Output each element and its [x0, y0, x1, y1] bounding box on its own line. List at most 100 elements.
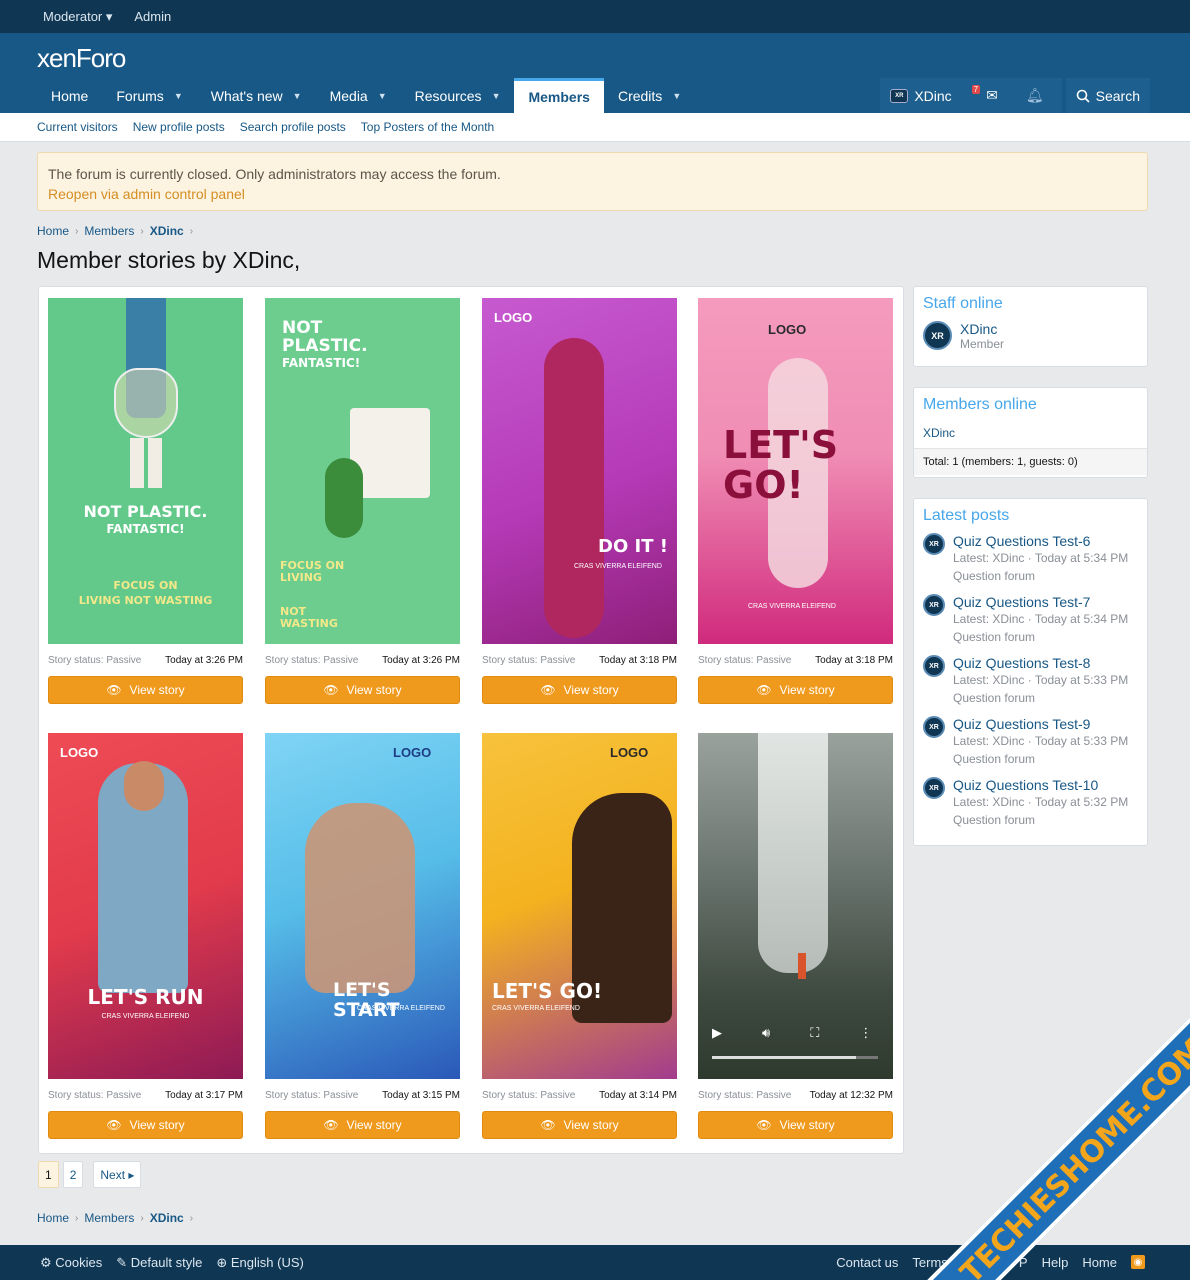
cookies-link[interactable]: ⚙ Cookies: [40, 1255, 102, 1271]
view-story-button[interactable]: 👁︎ View story: [48, 1111, 243, 1139]
page-2[interactable]: 2: [62, 1161, 84, 1188]
post-forum[interactable]: Question forum: [953, 567, 1128, 585]
view-story-button[interactable]: 👁︎ View story: [698, 676, 893, 704]
view-story-button[interactable]: 👁︎ View story: [698, 1111, 893, 1139]
story-thumbnail[interactable]: LOGO DO IT ! CRAS VIVERRA ELEIFEND: [482, 298, 677, 644]
help-link[interactable]: Help: [1042, 1255, 1069, 1270]
site-logo[interactable]: xenForo: [37, 43, 126, 74]
breadcrumb-user[interactable]: XDinc: [150, 224, 184, 238]
avatar[interactable]: XR: [923, 594, 945, 616]
moderator-menu[interactable]: Moderator ▾: [43, 9, 112, 25]
chevron-down-icon[interactable]: ▼: [293, 91, 302, 101]
chevron-right-icon: ›: [189, 1212, 194, 1224]
online-total: Total: 1 (members: 1, guests: 0): [914, 448, 1147, 475]
next-page-button[interactable]: Next ▸: [93, 1161, 142, 1188]
search-button[interactable]: Search: [1065, 78, 1150, 113]
nav-media[interactable]: Media ▼: [316, 78, 401, 113]
story-card: LOGO LET'S RUN CRAS VIVERRA ELEIFEND Sto…: [48, 733, 243, 1139]
alerts-button[interactable]: 🔔︎: [1007, 78, 1062, 113]
post-title[interactable]: Quiz Questions Test-10: [953, 777, 1128, 793]
video-progress-track[interactable]: [712, 1056, 878, 1059]
nav-home[interactable]: Home: [37, 78, 102, 113]
post-forum[interactable]: Question forum: [953, 689, 1128, 707]
post-forum[interactable]: Question forum: [953, 750, 1128, 768]
view-story-button[interactable]: 👁︎ View story: [265, 1111, 460, 1139]
avatar[interactable]: XR: [923, 321, 952, 350]
nav-resources[interactable]: Resources ▼: [401, 78, 515, 113]
post-forum[interactable]: Question forum: [953, 628, 1128, 646]
home-link[interactable]: Home: [1082, 1255, 1117, 1270]
story-meta: Story status: Passive Today at 3:18 PM: [482, 655, 677, 666]
story-title: LET'S GO!: [723, 423, 839, 507]
chevron-down-icon[interactable]: ▼: [174, 91, 183, 101]
story-thumbnail[interactable]: LOGO LET'S GO! CRAS VIVERRA ELEIFEND: [482, 733, 677, 1079]
person-shape: [798, 953, 806, 979]
athlete-shape: [305, 803, 415, 993]
eye-icon: 👁︎: [323, 683, 339, 697]
chevron-down-icon[interactable]: ▼: [378, 91, 387, 101]
avatar[interactable]: XR: [923, 533, 945, 555]
subnav-current-visitors[interactable]: Current visitors: [37, 120, 118, 134]
story-status: Story status: Passive: [698, 1090, 792, 1101]
story-card: NOT PLASTIC. FANTASTIC! FOCUS ON LIVING …: [265, 298, 460, 704]
account-button[interactable]: XR XDinc: [880, 78, 962, 113]
post-forum[interactable]: Question forum: [953, 811, 1128, 829]
view-story-button[interactable]: 👁︎ View story: [482, 676, 677, 704]
story-card: LOGO LET'S GO! CRAS VIVERRA ELEIFEND Sto…: [698, 298, 893, 704]
volume-icon[interactable]: 🔊︎: [762, 1025, 770, 1041]
avatar[interactable]: XR: [923, 716, 945, 738]
chevron-down-icon[interactable]: ▼: [672, 91, 681, 101]
staff-member[interactable]: XR XDinc Member: [914, 321, 1147, 351]
view-story-button[interactable]: 👁︎ View story: [48, 676, 243, 704]
post-title[interactable]: Quiz Questions Test-6: [953, 533, 1128, 549]
nav-members[interactable]: Members: [514, 78, 604, 113]
subnav-top-posters[interactable]: Top Posters of the Month: [361, 120, 494, 134]
more-icon[interactable]: ⋮: [859, 1025, 872, 1041]
story-meta: Story status: Passive Today at 3:18 PM: [698, 655, 893, 666]
language-chooser[interactable]: ⊕ English (US): [216, 1255, 304, 1271]
style-chooser[interactable]: ✎ Default style: [116, 1255, 202, 1271]
story-thumbnail[interactable]: NOT PLASTIC. FANTASTIC! FOCUS ON LIVING …: [48, 298, 243, 644]
rss-icon[interactable]: ◉: [1131, 1255, 1145, 1269]
view-story-button[interactable]: 👁︎ View story: [482, 1111, 677, 1139]
post-meta: Latest: XDinc · Today at 5:34 PM: [953, 612, 1129, 626]
online-member[interactable]: XDinc: [914, 422, 1147, 448]
fullscreen-icon[interactable]: ⛶: [810, 1025, 819, 1041]
play-icon[interactable]: ▶: [712, 1025, 722, 1041]
nav-whats-new[interactable]: What's new ▼: [197, 78, 316, 113]
story-video[interactable]: ▶ 🔊︎ ⛶ ⋮: [698, 733, 893, 1079]
chevron-right-icon: ›: [75, 1212, 79, 1224]
nav-credits[interactable]: Credits ▼: [604, 78, 695, 113]
subnav-search-profile-posts[interactable]: Search profile posts: [240, 120, 346, 134]
story-thumbnail[interactable]: LOGO LET'S RUN CRAS VIVERRA ELEIFEND: [48, 733, 243, 1079]
story-thumbnail[interactable]: LOGO LET'S START CRAS VIVERRA ELEIFEND: [265, 733, 460, 1079]
post-title[interactable]: Quiz Questions Test-7: [953, 594, 1128, 610]
breadcrumb-members[interactable]: Members: [84, 224, 134, 238]
breadcrumb-home[interactable]: Home: [37, 224, 69, 238]
breadcrumb-user[interactable]: XDinc: [150, 1211, 184, 1225]
page-1[interactable]: 1: [38, 1161, 59, 1188]
reopen-link[interactable]: Reopen via admin control panel: [48, 184, 1137, 204]
breadcrumb-home[interactable]: Home: [37, 1211, 69, 1225]
chevron-right-icon: ›: [75, 225, 79, 237]
story-time: Today at 12:32 PM: [809, 1090, 893, 1101]
inbox-button[interactable]: 7 ✉: [961, 78, 1008, 113]
subnav-new-profile-posts[interactable]: New profile posts: [133, 120, 225, 134]
avatar[interactable]: XR: [923, 655, 945, 677]
top-bar: Moderator ▾ Admin: [0, 0, 1190, 33]
chevron-down-icon[interactable]: ▼: [492, 91, 501, 101]
post-title[interactable]: Quiz Questions Test-8: [953, 655, 1128, 671]
avatar[interactable]: XR: [923, 777, 945, 799]
admin-link[interactable]: Admin: [134, 9, 171, 24]
story-thumbnail[interactable]: NOT PLASTIC. FANTASTIC! FOCUS ON LIVING …: [265, 298, 460, 644]
contact-link[interactable]: Contact us: [836, 1255, 898, 1270]
post-title[interactable]: Quiz Questions Test-9: [953, 716, 1128, 732]
breadcrumb-members[interactable]: Members: [84, 1211, 134, 1225]
story-thumbnail[interactable]: LOGO LET'S GO! CRAS VIVERRA ELEIFEND: [698, 298, 893, 644]
view-story-button[interactable]: 👁︎ View story: [265, 676, 460, 704]
staff-name[interactable]: XDinc: [960, 321, 1004, 337]
nav-forums[interactable]: Forums ▼: [102, 78, 196, 113]
sub-nav: Current visitors New profile posts Searc…: [0, 113, 1190, 142]
story-logo: LOGO: [60, 745, 99, 760]
header-right: XR XDinc 7 ✉ 🔔︎ Search: [880, 78, 1150, 113]
